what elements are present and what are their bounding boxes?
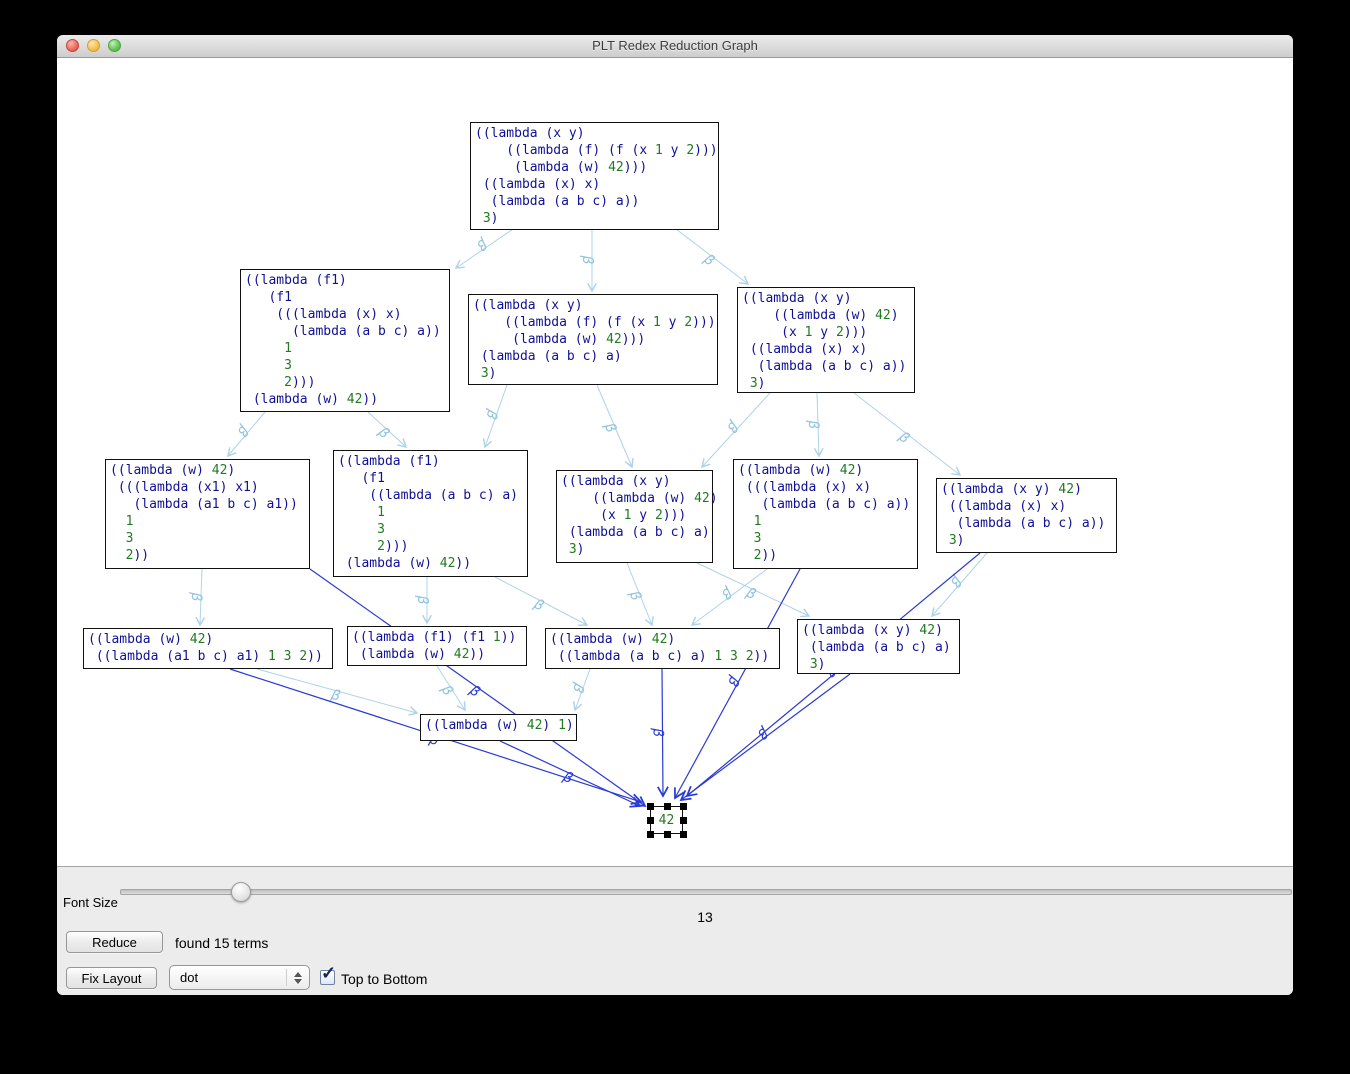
- graph-node[interactable]: ((lambda (x y) ((lambda (f) (f (x 1 y 2)…: [468, 294, 718, 385]
- beta-label: β: [234, 421, 253, 439]
- beta-label: β: [569, 680, 587, 695]
- beta-label: β: [723, 417, 742, 435]
- beta-label: β: [742, 584, 758, 603]
- reduction-edge: [310, 569, 645, 806]
- beta-label: β: [805, 419, 821, 430]
- layout-select[interactable]: dot: [169, 965, 310, 990]
- graph-node[interactable]: ((lambda (w) 42) (((lambda (x) x) (lambd…: [733, 459, 918, 569]
- selection-handle[interactable]: [647, 803, 654, 810]
- reduction-edge: [687, 553, 980, 796]
- selection-handle[interactable]: [664, 803, 671, 810]
- reduction-edge: [597, 385, 632, 467]
- reduction-edge: [200, 569, 202, 625]
- beta-label: β: [414, 595, 430, 605]
- graph-node[interactable]: ((lambda (f1) (f1 1)) (lambda (w) 42)): [347, 626, 527, 666]
- graph-node[interactable]: ((lambda (w) 42) ((lambda (a b c) a) 1 3…: [545, 628, 780, 669]
- app-window: PLT Redex Reduction Graph ββββββββββββββ…: [57, 35, 1293, 995]
- desktop-background: PLT Redex Reduction Graph ββββββββββββββ…: [0, 0, 1350, 1074]
- selection-handle[interactable]: [647, 817, 654, 824]
- font-size-label: Font Size: [63, 895, 118, 910]
- reduction-edge: [228, 412, 265, 456]
- window-titlebar[interactable]: PLT Redex Reduction Graph: [57, 35, 1293, 58]
- top-to-bottom-label: Top to Bottom: [341, 971, 427, 987]
- graph-node[interactable]: ((lambda (f1) (f1 (((lambda (x) x) (lamb…: [240, 269, 450, 412]
- reduction-edge: [681, 674, 850, 800]
- reduction-edge: [675, 569, 800, 798]
- font-size-slider-track[interactable]: [120, 889, 1292, 895]
- selection-handle[interactable]: [680, 831, 687, 838]
- beta-label: β: [328, 687, 342, 705]
- graph-canvas[interactable]: βββββββββββββββββββββββββββ ((lambda (x …: [57, 58, 1293, 866]
- beta-label: β: [947, 572, 966, 590]
- selection-handle[interactable]: [664, 831, 671, 838]
- font-size-slider-thumb[interactable]: [231, 882, 251, 902]
- beta-label: β: [188, 591, 204, 602]
- reduction-edge: [257, 669, 417, 713]
- graph-node-result[interactable]: 42: [650, 806, 683, 834]
- reduction-edge: [697, 563, 809, 616]
- beta-label: β: [560, 768, 576, 787]
- selection-handle[interactable]: [680, 803, 687, 810]
- status-text: found 15 terms: [175, 935, 268, 951]
- beta-label: β: [374, 424, 392, 443]
- beta-label: β: [473, 235, 490, 254]
- font-size-value: 13: [120, 909, 1290, 925]
- reduction-edge: [627, 563, 652, 625]
- graph-node[interactable]: ((lambda (w) 42) 1): [420, 714, 577, 741]
- beta-label: β: [600, 420, 619, 435]
- graph-node[interactable]: ((lambda (x y) ((lambda (f) (f (x 1 y 2)…: [470, 122, 719, 230]
- layout-select-value: dot: [170, 970, 286, 985]
- window-title: PLT Redex Reduction Graph: [57, 38, 1293, 53]
- graph-node[interactable]: ((lambda (f1) (f1 ((lambda (a b c) a) 1 …: [333, 450, 528, 577]
- fix-layout-button[interactable]: Fix Layout: [66, 967, 157, 989]
- beta-label: β: [579, 255, 595, 265]
- graph-node[interactable]: ((lambda (w) 42) ((lambda (a1 b c) a1) 1…: [83, 628, 333, 669]
- reduce-button[interactable]: Reduce: [66, 931, 163, 953]
- reduction-edge: [817, 393, 819, 456]
- reduction-edge: [368, 412, 406, 447]
- reduction-edge: [495, 577, 587, 625]
- beta-label: β: [649, 727, 665, 737]
- beta-label: β: [482, 406, 500, 421]
- reduction-edge: [692, 569, 767, 625]
- reduction-edge: [932, 553, 987, 616]
- beta-label: β: [700, 251, 718, 270]
- reduction-edge: [437, 666, 465, 710]
- control-panel: Font Size 13 Reduce found 15 terms Fix L…: [57, 866, 1293, 995]
- result-value: 42: [659, 812, 675, 829]
- checkmark-icon: ✓: [321, 964, 336, 982]
- graph-node[interactable]: ((lambda (x y) 42) ((lambda (x) x) (lamb…: [936, 478, 1117, 553]
- graph-node[interactable]: ((lambda (x y) ((lambda (w) 42) (x 1 y 2…: [556, 470, 713, 563]
- beta-label: β: [530, 596, 546, 615]
- reduction-edge: [575, 669, 590, 710]
- beta-label: β: [718, 583, 736, 602]
- graph-node[interactable]: ((lambda (w) 42) (((lambda (x1) x1) (lam…: [105, 459, 310, 569]
- top-to-bottom-checkbox[interactable]: ✓: [320, 970, 335, 985]
- graph-node[interactable]: ((lambda (x y) 42) (lambda (a b c) a) 3): [797, 619, 960, 674]
- beta-label: β: [625, 588, 644, 603]
- selection-handle[interactable]: [680, 817, 687, 824]
- reduction-edge: [702, 393, 770, 467]
- beta-label: β: [724, 672, 743, 688]
- graph-node[interactable]: ((lambda (x y) ((lambda (w) 42) (x 1 y 2…: [737, 287, 915, 393]
- reduction-edge: [662, 669, 663, 796]
- select-stepper-icon: [286, 969, 309, 986]
- reduction-edge: [456, 229, 513, 268]
- beta-label: β: [437, 682, 456, 699]
- beta-label: β: [466, 682, 483, 701]
- selection-handle[interactable]: [647, 831, 654, 838]
- reduction-edge: [676, 229, 748, 284]
- reduction-edge: [500, 741, 640, 806]
- beta-label: β: [895, 428, 913, 447]
- reduction-edge: [485, 385, 507, 447]
- beta-label: β: [754, 723, 772, 742]
